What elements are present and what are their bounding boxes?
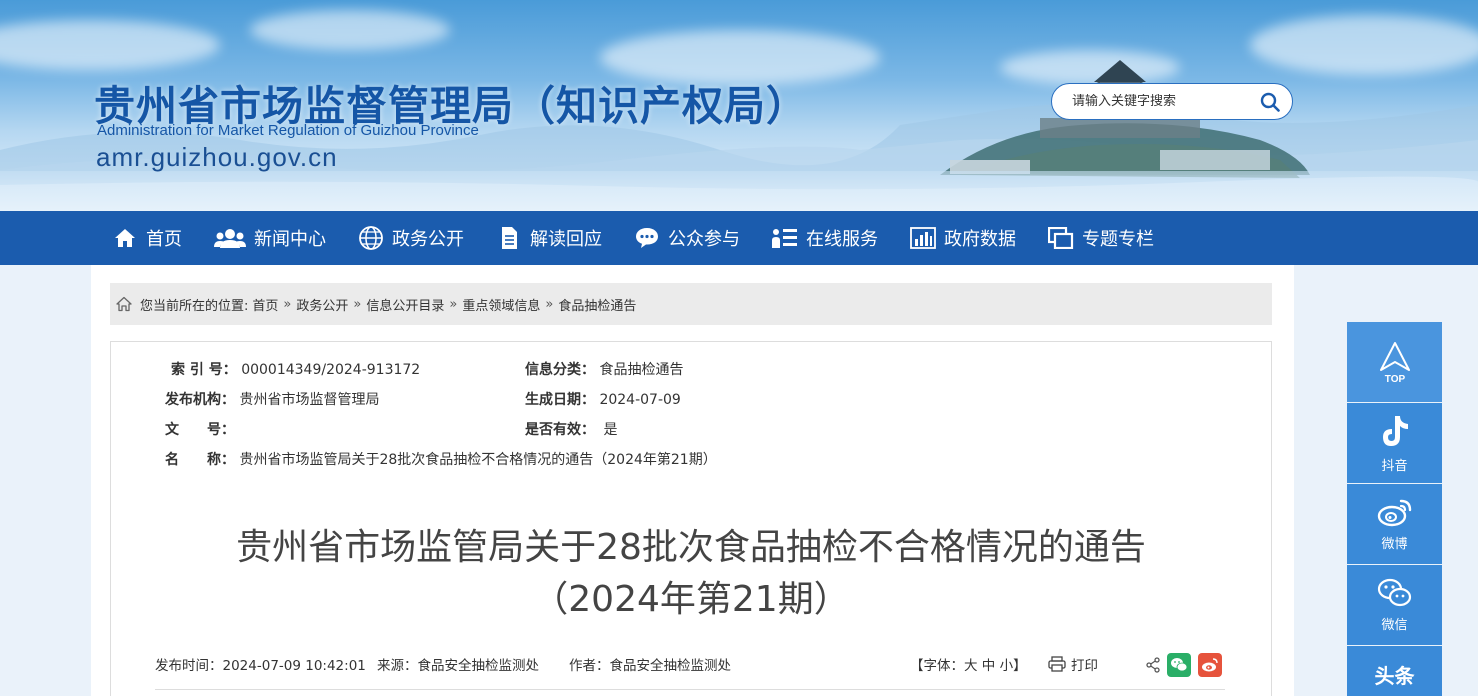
meta-name-value: 贵州省市场监管局关于28批次食品抽检不合格情况的通告（2024年第21期）: [239, 452, 717, 468]
floating-sidebar: TOP 抖音 微博 微信 头条: [1347, 322, 1442, 696]
site-domain: amr.guizhou.gov.cn: [96, 142, 338, 172]
meta-docno: 文 号：: [165, 419, 239, 439]
meta-index-label: 索 引 号：: [171, 362, 237, 378]
nav-label: 公众参与: [668, 229, 740, 250]
weibo-icon: [1377, 497, 1413, 527]
meta-publisher: 发布机构： 贵州省市场监督管理局: [165, 389, 379, 409]
nav-item-home[interactable]: 首页: [112, 211, 182, 265]
bar-chart-icon: [910, 225, 936, 251]
wechat-share-icon[interactable]: [1167, 653, 1191, 677]
breadcrumb-link-gov-open[interactable]: 政务公开: [296, 295, 348, 314]
meta-index-value: 000014349/2024-913172: [241, 362, 421, 378]
article-title-line-1: 贵州省市场监管局关于28批次食品抽检不合格情况的通告: [236, 527, 1146, 568]
nav-label: 在线服务: [806, 229, 878, 250]
article-title-line-2: （2024年第21期）: [532, 579, 850, 620]
douyin-icon: [1378, 413, 1412, 449]
back-to-top-button[interactable]: TOP: [1347, 322, 1442, 402]
site-subtitle-en: Administration for Market Regulation of …: [97, 122, 479, 139]
water-reflection: [0, 171, 1478, 211]
meta-publisher-label: 发布机构：: [165, 392, 235, 408]
nav-label: 首页: [146, 229, 182, 250]
douyin-label: 抖音: [1381, 458, 1408, 474]
nav-item-participate[interactable]: 公众参与: [634, 211, 740, 265]
breadcrumb: 您当前所在的位置: 首页 » 政务公开 » 信息公开目录 » 重点领域信息 » …: [110, 283, 1272, 325]
meta-name: 名 称： 贵州省市场监管局关于28批次食品抽检不合格情况的通告（2024年第21…: [165, 449, 717, 469]
meta-date: 生成日期： 2024-07-09: [525, 389, 681, 409]
breadcrumb-prefix: 您当前所在的位置:: [140, 298, 249, 314]
meta-category-value: 食品抽检通告: [599, 362, 684, 378]
meta-category: 信息分类： 食品抽检通告: [525, 359, 683, 379]
print-button[interactable]: 打印: [1048, 654, 1098, 674]
douyin-link[interactable]: 抖音: [1347, 403, 1442, 483]
breadcrumb-link-key-areas[interactable]: 重点领域信息: [462, 295, 540, 314]
publish-info-bar: 发布时间：2024-07-09 10:42:01 来源：食品安全抽检监测处 作者…: [155, 654, 1225, 678]
list-icon: [772, 225, 798, 251]
nav-item-news[interactable]: 新闻中心: [214, 211, 326, 265]
nav-item-special[interactable]: 专题专栏: [1048, 211, 1154, 265]
meta-docno-label: 文 号：: [165, 422, 235, 438]
toutiao-label: 头条: [1374, 664, 1415, 688]
breadcrumb-link-food-inspection[interactable]: 食品抽检通告: [558, 295, 636, 314]
meta-category-label: 信息分类：: [525, 362, 595, 378]
search-input[interactable]: [1072, 94, 1258, 109]
nav-label: 政府数据: [944, 229, 1016, 250]
nav-item-gov-open[interactable]: 政务公开: [358, 211, 464, 265]
home-icon: [112, 225, 138, 251]
nav-label: 解读回应: [530, 229, 602, 250]
print-label: 打印: [1071, 658, 1098, 674]
publish-divider: [155, 689, 1225, 690]
meta-valid-label: 是否有效：: [525, 422, 595, 438]
breadcrumb-separator: »: [283, 296, 292, 312]
nav-item-gov-data[interactable]: 政府数据: [910, 211, 1016, 265]
nav-item-online-service[interactable]: 在线服务: [772, 211, 878, 265]
meta-index: 索 引 号： 000014349/2024-913172: [171, 359, 420, 379]
home-outline-icon: [116, 295, 134, 313]
nav-item-interpret[interactable]: 解读回应: [496, 211, 602, 265]
meta-valid: 是否有效： 是: [525, 419, 617, 439]
nav-label: 政务公开: [392, 229, 464, 250]
nav-label: 新闻中心: [254, 229, 326, 250]
meta-publisher-value: 贵州省市场监督管理局: [239, 392, 380, 408]
search-icon[interactable]: [1258, 90, 1282, 114]
weibo-link[interactable]: 微博: [1347, 484, 1442, 564]
nav-label: 专题专栏: [1082, 229, 1154, 250]
publish-time: 发布时间：2024-07-09 10:42:01: [155, 658, 366, 674]
document-icon: [496, 225, 522, 251]
meta-valid-value: 是: [603, 422, 618, 438]
breadcrumb-link-home[interactable]: 首页: [252, 295, 278, 314]
breadcrumb-separator: »: [545, 296, 554, 312]
breadcrumb-separator: »: [449, 296, 458, 312]
top-arrow-icon: TOP: [1379, 342, 1410, 384]
breadcrumb-separator: »: [353, 296, 362, 312]
publish-source: 来源：食品安全抽检监测处: [377, 658, 539, 674]
columns-icon: [1048, 225, 1074, 251]
users-icon: [214, 225, 246, 251]
weibo-label: 微博: [1381, 536, 1408, 552]
publish-author: 作者：食品安全抽检监测处: [569, 658, 731, 674]
main-nav: 首页 新闻中心 政务公开 解读回应 公众参与 在线服务 政府数据 专题专栏: [0, 211, 1478, 265]
wechat-link[interactable]: 微信: [1347, 565, 1442, 645]
meta-date-label: 生成日期：: [525, 392, 595, 408]
wechat-icon: [1377, 578, 1413, 608]
meta-date-value: 2024-07-09: [599, 392, 681, 408]
print-icon: [1048, 656, 1066, 672]
breadcrumb-link-catalog[interactable]: 信息公开目录: [366, 295, 444, 314]
wechat-label: 微信: [1381, 617, 1408, 633]
globe-icon: [358, 225, 384, 251]
top-label: TOP: [1384, 374, 1405, 384]
chat-icon: [634, 225, 660, 251]
toutiao-link[interactable]: 头条: [1347, 646, 1442, 696]
search-box: [1051, 83, 1293, 120]
meta-name-label: 名 称：: [165, 452, 235, 468]
font-size-switch[interactable]: 【字体：大 中 小】: [910, 654, 1027, 674]
share-icon[interactable]: [1144, 656, 1162, 674]
weibo-share-icon[interactable]: [1198, 653, 1222, 677]
